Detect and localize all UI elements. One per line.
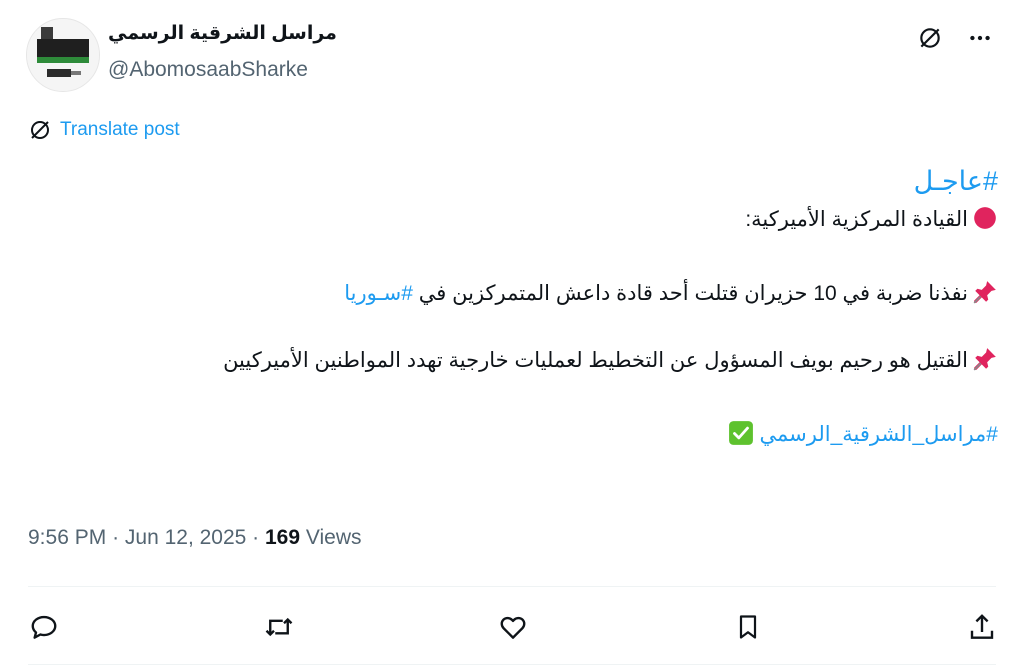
views-label: Views — [305, 526, 362, 549]
post-line-1: القيادة المركزية الأميركية: — [745, 208, 968, 232]
translate-label: Translate post — [60, 119, 180, 140]
post-line-3: القتيل هو رحيم بويف المسؤول عن التخطيط ل… — [223, 349, 968, 373]
avatar[interactable] — [26, 18, 100, 92]
pushpin-icon — [973, 348, 996, 371]
share-icon[interactable] — [966, 611, 998, 643]
hashtag-urgent[interactable]: #عاجـل — [914, 166, 998, 196]
avatar-logo-image — [27, 19, 99, 91]
post-time[interactable]: 9:56 PM — [28, 526, 106, 549]
author-name[interactable]: مراسل الشرقية الرسمي — [108, 22, 337, 45]
bottom-divider — [28, 664, 996, 665]
post-date[interactable]: Jun 12, 2025 — [125, 526, 246, 549]
post-meta: 9:56 PM · Jun 12, 2025 · 169 Views — [28, 526, 362, 549]
translate-post-link[interactable]: Translate post — [28, 118, 180, 142]
views-count: 169 — [265, 526, 301, 549]
author-handle[interactable]: @AbomosaabSharke — [108, 58, 308, 82]
no-sign-icon[interactable] — [914, 22, 946, 54]
post-line-2: نفذنا ضربة في 10 حزيران قتلت أحد قادة دا… — [418, 281, 968, 305]
post-body: #عاجـل القيادة المركزية الأميركية: نفذنا… — [138, 160, 998, 452]
hashtag-syria[interactable]: #سـوريا — [344, 282, 413, 305]
heart-icon[interactable] — [497, 611, 529, 643]
red-circle-icon — [974, 207, 996, 230]
repost-icon[interactable] — [263, 611, 295, 643]
action-bar — [28, 604, 998, 650]
reply-icon[interactable] — [28, 611, 60, 643]
pushpin-icon — [973, 280, 996, 304]
translate-icon — [31, 121, 49, 139]
divider — [28, 586, 996, 587]
check-mark-icon — [728, 421, 753, 445]
bookmark-icon[interactable] — [732, 611, 764, 643]
more-icon[interactable] — [964, 22, 996, 54]
hashtag-sharqiya[interactable]: #مراسل_الشرقية_الرسمي — [760, 423, 998, 446]
